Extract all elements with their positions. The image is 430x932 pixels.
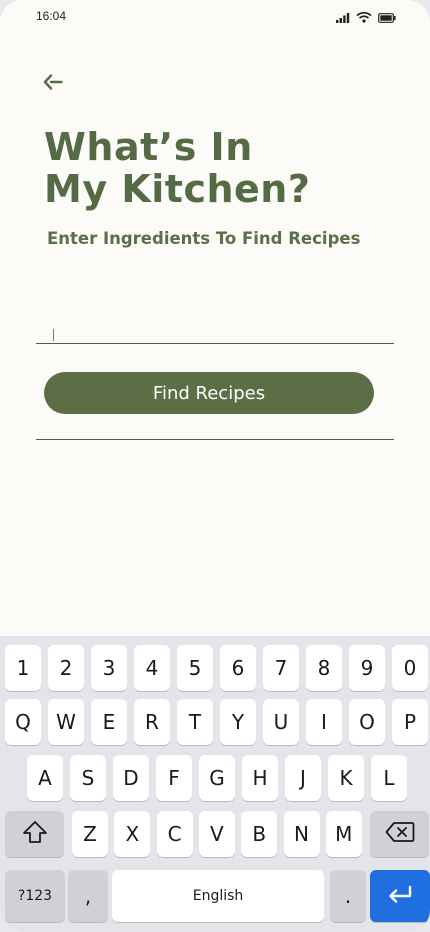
enter-icon xyxy=(387,884,413,908)
space-key[interactable]: English xyxy=(112,870,324,922)
letter-key-h[interactable]: H xyxy=(242,755,278,801)
letter-key-p[interactable]: P xyxy=(392,699,428,745)
status-time: 16:04 xyxy=(36,9,67,23)
page-title: What’s In My Kitchen? xyxy=(44,126,310,210)
page-subtitle: Enter Ingredients To Find Recipes xyxy=(47,229,361,248)
number-key-7[interactable]: 7 xyxy=(263,645,299,691)
enter-key[interactable] xyxy=(370,870,430,922)
letter-key-o[interactable]: O xyxy=(349,699,385,745)
number-key-1[interactable]: 1 xyxy=(5,645,41,691)
period-key[interactable]: . xyxy=(330,870,366,922)
number-key-2[interactable]: 2 xyxy=(48,645,84,691)
on-screen-keyboard: 1234567890 QWERTYUIOP ASDFGHJKL Z X C V … xyxy=(0,636,430,932)
letter-key-b[interactable]: B xyxy=(241,811,278,857)
letter-key-j[interactable]: J xyxy=(285,755,321,801)
letter-key-v[interactable]: V xyxy=(198,811,235,857)
letter-key-l[interactable]: L xyxy=(371,755,407,801)
letter-key-z[interactable]: Z xyxy=(72,811,108,857)
phone-screen: 16:04 What’s In My Kitchen? Enter Ingred… xyxy=(0,0,430,932)
number-key-3[interactable]: 3 xyxy=(91,645,127,691)
number-key-6[interactable]: 6 xyxy=(220,645,256,691)
letter-key-k[interactable]: K xyxy=(328,755,364,801)
title-line-2: My Kitchen? xyxy=(44,167,311,211)
number-key-0[interactable]: 0 xyxy=(392,645,428,691)
number-key-5[interactable]: 5 xyxy=(177,645,213,691)
letter-key-s[interactable]: S xyxy=(70,755,106,801)
letter-key-e[interactable]: E xyxy=(91,699,127,745)
signal-icon xyxy=(336,10,350,28)
divider xyxy=(36,439,394,440)
letter-key-i[interactable]: I xyxy=(306,699,342,745)
text-caret xyxy=(53,329,54,341)
number-key-9[interactable]: 9 xyxy=(349,645,385,691)
letter-key-u[interactable]: U xyxy=(263,699,299,745)
letter-key-r[interactable]: R xyxy=(134,699,170,745)
status-icons xyxy=(336,10,396,28)
number-key-8[interactable]: 8 xyxy=(306,645,342,691)
letter-key-y[interactable]: Y xyxy=(220,699,256,745)
letter-key-x[interactable]: X xyxy=(114,811,151,857)
wifi-icon xyxy=(356,10,372,28)
letter-key-c[interactable]: C xyxy=(156,811,193,857)
backspace-key[interactable] xyxy=(370,811,429,857)
title-line-1: What’s In xyxy=(44,125,253,169)
letter-key-w[interactable]: W xyxy=(48,699,84,745)
status-bar: 16:04 xyxy=(0,0,430,34)
shift-key[interactable] xyxy=(5,811,64,857)
letter-key-q[interactable]: Q xyxy=(5,699,41,745)
find-recipes-button[interactable]: Find Recipes xyxy=(44,372,374,414)
letter-key-a[interactable]: A xyxy=(27,755,63,801)
letter-key-n[interactable]: N xyxy=(283,811,320,857)
ingredient-input[interactable] xyxy=(36,318,394,344)
back-button[interactable] xyxy=(40,72,66,96)
number-key-4[interactable]: 4 xyxy=(134,645,170,691)
back-arrow-icon xyxy=(42,73,64,96)
shift-icon xyxy=(22,820,48,849)
symbols-key[interactable]: ?123 xyxy=(5,870,65,922)
comma-key[interactable]: , xyxy=(68,870,108,922)
letter-key-d[interactable]: D xyxy=(113,755,149,801)
letter-key-f[interactable]: F xyxy=(156,755,192,801)
letter-key-g[interactable]: G xyxy=(199,755,235,801)
backspace-icon xyxy=(385,821,415,848)
letter-key-m[interactable]: M xyxy=(325,811,362,857)
letter-key-t[interactable]: T xyxy=(177,699,213,745)
battery-icon xyxy=(378,10,396,28)
